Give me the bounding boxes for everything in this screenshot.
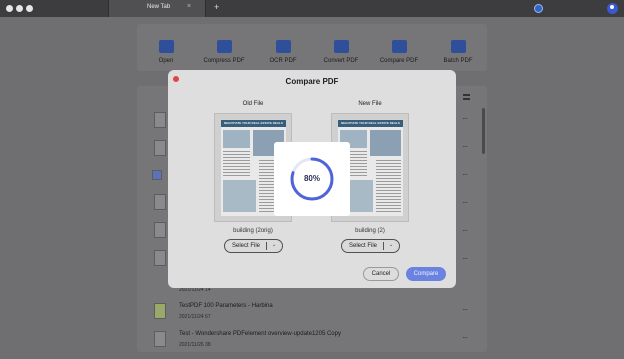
tab-title: New Tab [147,4,171,10]
file-thumbnail[interactable] [154,112,166,128]
old-select-file-button[interactable]: Select File ⌄ [224,239,283,253]
tab-close-icon[interactable]: × [187,3,191,10]
tool-label: Batch PDF [443,58,473,64]
row-menu-icon[interactable]: ··· [462,305,468,314]
select-file-label: Select File [348,243,377,249]
document-image [223,130,250,148]
file-title[interactable]: Test - Wondershare PDFelement overview-u… [179,331,341,337]
convert-icon [333,40,349,53]
document-heading: NEGOTIATE YOUR REAL ESTATE DEALS [224,121,283,125]
row-menu-icon[interactable]: ··· [462,254,468,263]
file-thumbnail[interactable] [154,194,166,210]
new-file-label: New File [358,101,382,107]
tool-label: Compare PDF [379,58,419,64]
title-bar: New Tab × + [0,0,624,17]
document-heading: NEGOTIATE YOUR REAL ESTATE DEALS [341,121,400,125]
tool-ocr-pdf[interactable]: OCR PDF [255,40,311,64]
browser-tab[interactable]: New Tab [108,0,206,17]
tool-convert-pdf[interactable]: Convert PDF [313,40,369,64]
globe-icon[interactable] [534,4,543,13]
tool-open[interactable]: Open [138,40,194,64]
new-file-name: building (2) [355,228,385,234]
button-divider [383,242,384,250]
batch-icon [450,40,466,53]
document-image [370,130,401,156]
tools-toolbar: Open Compress PDF OCR PDF Convert PDF Co… [137,24,487,71]
progress-popup: 80% [274,142,350,216]
cancel-button[interactable]: Cancel [363,267,399,281]
list-scrollbar[interactable] [482,108,485,154]
file-thumbnail[interactable] [154,250,166,266]
old-file-label: Old File [242,101,264,107]
button-divider [266,242,267,250]
progress-percent: 80% [303,174,320,183]
ocr-icon [275,40,291,53]
tool-label: OCR PDF [269,58,297,64]
document-text-lines [223,151,250,177]
window-minimize-dot[interactable] [16,5,23,12]
tool-label: Open [158,58,174,64]
file-thumbnail[interactable] [154,140,166,156]
row-menu-icon[interactable]: ··· [462,198,468,207]
compare-button[interactable]: Compare [406,267,446,281]
document-text-lines [376,160,401,212]
new-select-file-button[interactable]: Select File ⌄ [341,239,400,253]
file-type-icon [152,170,162,180]
document-header: NEGOTIATE YOUR REAL ESTATE DEALS [338,120,403,127]
dialog-title: Compare PDF [285,77,339,86]
new-tab-button[interactable]: + [214,2,219,12]
document-image [223,180,256,212]
old-file-name: building (2orig) [233,228,273,234]
window-zoom-dot[interactable] [26,5,33,12]
tool-batch-pdf[interactable]: Batch PDF [430,40,486,64]
list-view-icon[interactable] [463,94,470,100]
window-close-dot[interactable] [6,5,13,12]
file-thumbnail[interactable] [154,222,166,238]
tool-label: Compress PDF [203,58,245,64]
tool-compare-pdf[interactable]: Compare PDF [371,40,427,64]
select-file-label: Select File [231,243,260,249]
chevron-down-icon[interactable]: ⌄ [272,242,276,248]
file-title[interactable]: TestPDF 100 Parameters - Harbina [179,303,273,309]
file-thumbnail[interactable] [154,331,166,347]
folder-icon [158,40,174,53]
document-header: NEGOTIATE YOUR REAL ESTATE DEALS [221,120,286,127]
file-thumbnail[interactable] [154,303,166,319]
row-menu-icon[interactable]: ··· [462,226,468,235]
chevron-down-icon[interactable]: ⌄ [389,242,393,248]
user-avatar-icon[interactable] [607,3,618,14]
row-menu-icon[interactable]: ··· [462,170,468,179]
file-meta: 2021/11/24 67 [179,314,211,320]
tool-label: Convert PDF [323,58,359,64]
row-menu-icon[interactable]: ··· [462,114,468,123]
compare-icon [391,40,407,53]
file-meta: 2021/11/26 38 [179,342,211,348]
row-menu-icon[interactable]: ··· [462,333,468,342]
row-menu-icon[interactable]: ··· [462,142,468,151]
compress-icon [216,40,232,53]
tool-compress-pdf[interactable]: Compress PDF [196,40,252,64]
